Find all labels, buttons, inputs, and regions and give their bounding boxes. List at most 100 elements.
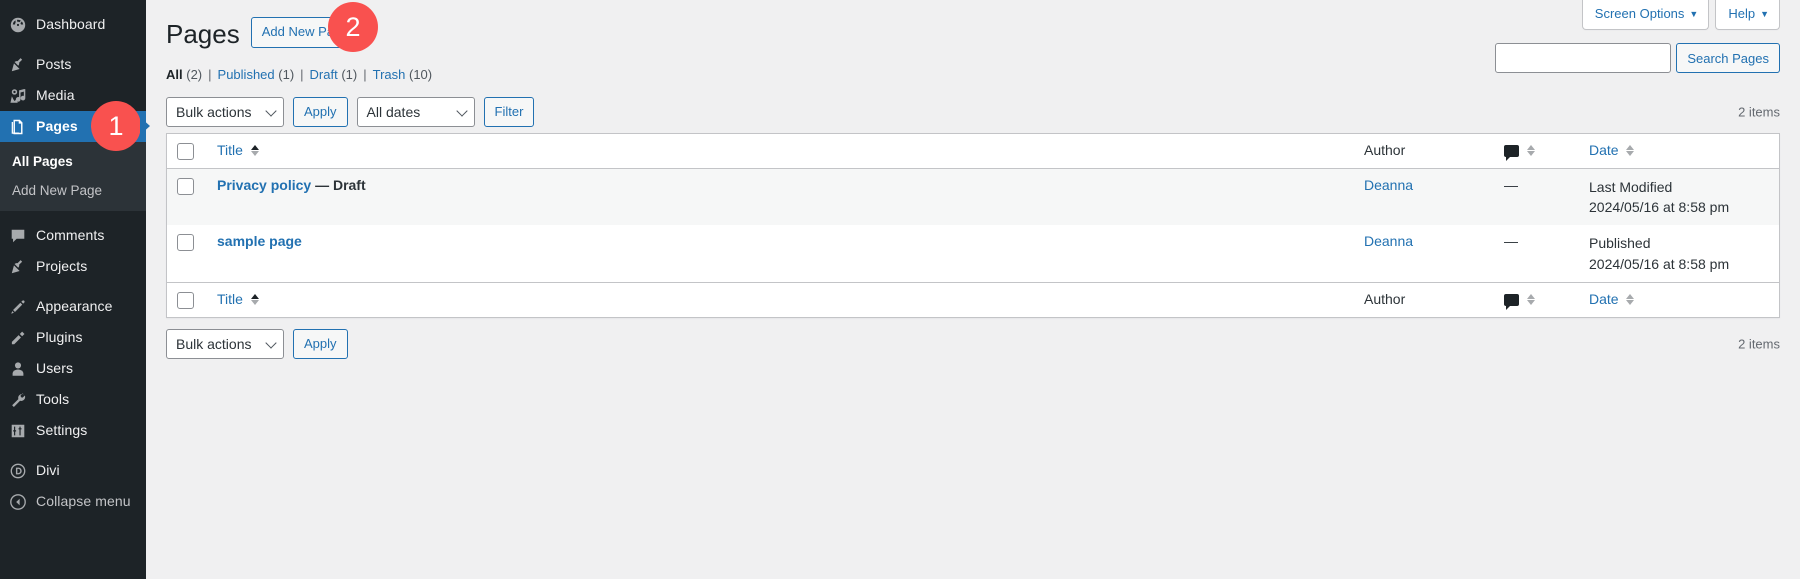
sort-desc-icon: [1626, 150, 1635, 156]
sidebar-item-comments[interactable]: Comments: [0, 220, 146, 251]
bulk-actions-select-bottom[interactable]: Bulk actions: [166, 328, 284, 359]
sidebar-item-label: Comments: [36, 227, 105, 243]
column-header-title-label: Title: [217, 141, 243, 158]
filter-count-draft: (1): [341, 66, 358, 82]
column-footer-comments[interactable]: [1494, 281, 1579, 317]
filter-link-draft[interactable]: Draft: [310, 67, 338, 82]
date-value: 2024/05/16 at 8:58 pm: [1589, 255, 1730, 272]
comment-icon: [0, 227, 36, 245]
page-title-link[interactable]: sample page: [217, 233, 302, 249]
filter-link-trash[interactable]: Trash: [373, 67, 406, 82]
sort-indicator-icon[interactable]: [250, 144, 259, 156]
author-link[interactable]: Deanna: [1364, 233, 1413, 249]
pin-icon: [0, 258, 36, 276]
page-title-link[interactable]: Privacy policy: [217, 177, 311, 193]
sort-indicator-icon[interactable]: [1526, 144, 1535, 156]
search-box: Search Pages: [1495, 43, 1780, 73]
date-status: Published: [1589, 235, 1651, 252]
admin-sidebar: Dashboard Posts Media Pages All Pages Ad…: [0, 0, 146, 579]
author-link[interactable]: Deanna: [1364, 177, 1413, 193]
comments-count: —: [1504, 233, 1518, 250]
pages-table: Title Author Date Privacy policy — Draft…: [166, 132, 1780, 318]
chevron-down-icon: [455, 105, 468, 117]
filter-item-trash: Trash (10): [373, 67, 433, 82]
sort-indicator-icon[interactable]: [1626, 144, 1635, 156]
sort-desc-icon: [1526, 150, 1535, 156]
submenu-item-all-pages[interactable]: All Pages: [0, 147, 146, 176]
pages-submenu: All Pages Add New Page: [0, 142, 146, 211]
sidebar-item-settings[interactable]: Settings: [0, 415, 146, 446]
sidebar-item-dashboard[interactable]: Dashboard: [0, 9, 146, 40]
comments-count: —: [1504, 176, 1518, 193]
row-title-cell: Privacy policy — Draft: [207, 169, 1354, 226]
bulk-actions-select-top[interactable]: Bulk actions: [166, 96, 284, 127]
date-filter-select[interactable]: All dates: [356, 96, 475, 127]
displaying-num-bottom: 2 items: [1738, 336, 1780, 352]
tablenav-top: Bulk actions Apply All dates Filter 2 it…: [166, 96, 1780, 127]
row-comments-cell: —: [1494, 169, 1579, 226]
filter-link-published[interactable]: Published: [218, 67, 275, 82]
plug-icon: [0, 329, 36, 347]
row-checkbox[interactable]: [177, 177, 194, 195]
sort-asc-icon: [1526, 144, 1535, 150]
search-input[interactable]: [1495, 43, 1672, 73]
annotation-number: 2: [345, 11, 361, 42]
sidebar-item-posts[interactable]: Posts: [0, 49, 146, 80]
sidebar-item-users[interactable]: Users: [0, 353, 146, 384]
select-all-checkbox-bottom[interactable]: [177, 291, 194, 309]
row-select-cell: [167, 169, 207, 226]
wrench-icon: [0, 391, 36, 409]
column-header-date[interactable]: Date: [1579, 134, 1779, 169]
page-title: Pages: [166, 19, 240, 49]
column-footer-title[interactable]: Title: [207, 281, 1354, 317]
annotation-badge-1: 1: [91, 101, 150, 151]
settings-icon: [0, 422, 36, 440]
apply-button-bottom[interactable]: Apply: [293, 328, 348, 359]
column-header-comments[interactable]: [1494, 134, 1579, 169]
sort-asc-icon: [1626, 293, 1635, 299]
sort-indicator-icon[interactable]: [1626, 293, 1635, 305]
sort-asc-icon: [1626, 144, 1635, 150]
collapse-menu-label: Collapse menu: [36, 493, 131, 509]
tablenav-bottom: Bulk actions Apply 2 items: [166, 328, 1780, 359]
chevron-down-icon: [265, 105, 277, 117]
search-pages-button[interactable]: Search Pages: [1676, 43, 1780, 73]
row-checkbox[interactable]: [177, 234, 194, 252]
filter-count-published: (1): [278, 66, 295, 82]
menu-separator: [0, 40, 146, 49]
filter-button[interactable]: Filter: [483, 96, 535, 127]
table-head: Title Author Date: [167, 134, 1779, 169]
sidebar-item-divi[interactable]: Divi: [0, 455, 146, 486]
sort-indicator-icon[interactable]: [1526, 293, 1535, 305]
table-footer-row: Title Author Date: [167, 281, 1779, 317]
date-value: 2024/05/16 at 8:58 pm: [1589, 199, 1730, 216]
sidebar-item-label: Posts: [36, 56, 72, 72]
page-state-separator: —: [315, 176, 330, 193]
wp-admin-screen: Dashboard Posts Media Pages All Pages Ad…: [0, 0, 1800, 579]
bulk-actions-selected-label: Bulk actions: [176, 335, 252, 352]
sidebar-item-plugins[interactable]: Plugins: [0, 322, 146, 353]
column-header-title[interactable]: Title: [207, 134, 1354, 169]
user-icon: [0, 360, 36, 378]
sort-indicator-icon[interactable]: [250, 293, 259, 305]
select-all-checkbox-top[interactable]: [177, 142, 194, 160]
apply-button-top[interactable]: Apply: [293, 96, 348, 127]
filter-separator: |: [300, 66, 304, 82]
filter-link-all[interactable]: All: [166, 67, 183, 82]
collapse-menu-button[interactable]: Collapse menu: [0, 486, 146, 517]
filter-separator: |: [208, 66, 212, 82]
divi-icon: [0, 462, 36, 480]
row-comments-cell: —: [1494, 225, 1579, 282]
media-icon: [0, 87, 36, 105]
sidebar-item-tools[interactable]: Tools: [0, 384, 146, 415]
submenu-item-label: All Pages: [12, 154, 73, 169]
annotation-badge-2: 2: [328, 2, 378, 52]
sort-asc-icon: [250, 293, 259, 299]
filter-item-all: All (2): [166, 67, 202, 82]
sidebar-item-appearance[interactable]: Appearance: [0, 291, 146, 322]
submenu-item-add-new-page[interactable]: Add New Page: [0, 176, 146, 205]
column-footer-date[interactable]: Date: [1579, 281, 1779, 317]
sidebar-item-projects[interactable]: Projects: [0, 251, 146, 282]
menu-separator: [0, 446, 146, 455]
sidebar-item-label: Tools: [36, 391, 70, 407]
